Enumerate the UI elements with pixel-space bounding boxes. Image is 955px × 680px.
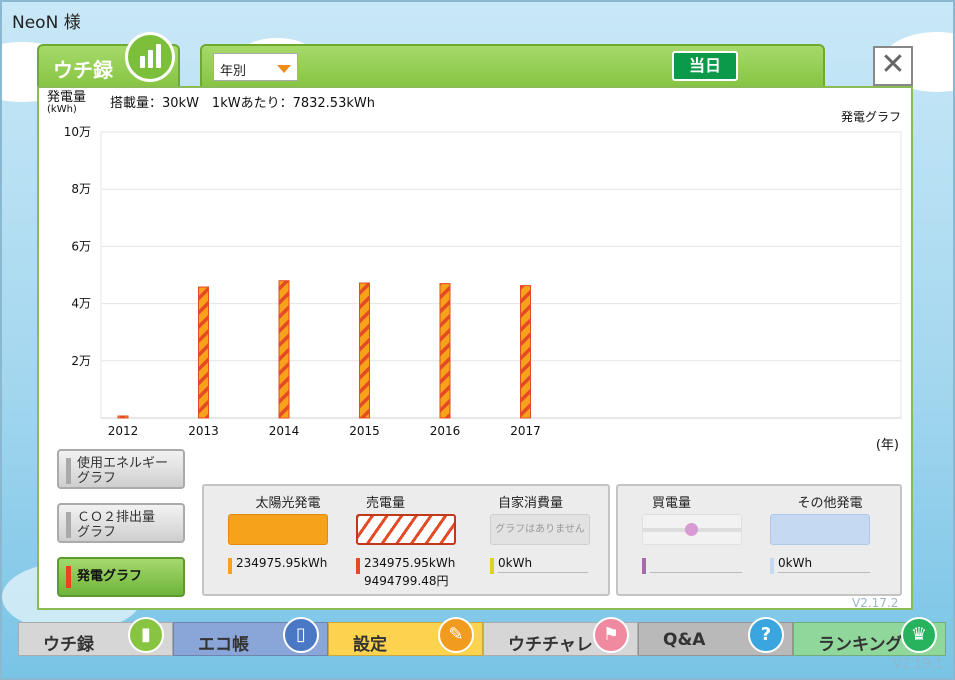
chart-xunit: (年): [875, 438, 899, 453]
legend-generation: 太陽光発電 234975.95kWh 売電量 234975.95kWh 9494…: [202, 484, 610, 596]
generation-graph-label: 発電グラフ: [77, 569, 143, 584]
solar-swatch: [228, 514, 328, 545]
legend-solar-value: 234975.95kWh: [236, 556, 328, 570]
chart-yunit: (kWh): [47, 104, 77, 115]
legend-other: 買電量 その他発電 0kWh: [616, 484, 902, 596]
y-tick-label: 4万: [71, 297, 91, 311]
y-tick-label: 10万: [64, 125, 91, 139]
legend-solar: 太陽光発電 234975.95kWh: [228, 492, 348, 574]
other-swatch: [770, 514, 870, 545]
nav-uchiroku[interactable]: ウチ録 ▮: [18, 617, 173, 656]
co2-graph-label: ＣＯ２排出量 グラフ: [77, 510, 156, 540]
nav-settings-label: 設定: [353, 635, 387, 655]
bar-2014: [278, 280, 290, 419]
period-select[interactable]: 年別: [213, 53, 298, 81]
today-button[interactable]: 当日: [672, 51, 738, 81]
graph-panel: 2万 4万 6万 8万 10万 2012 2013 2014 2015 2016 2017 発電量 …: [37, 86, 913, 610]
nav-ranking[interactable]: ランキング ♛: [793, 617, 946, 656]
capacity-info: 搭載量：30kW 1kWあたり：7832.53kWh: [110, 96, 375, 111]
bar-2013: [198, 286, 209, 419]
generation-graph-button[interactable]: 発電グラフ: [57, 557, 185, 597]
nav-uchichare[interactable]: ウチチャレ ⚑: [483, 617, 638, 656]
bottom-nav: ウチ録 ▮ エコ帳 ▯ 設定 ✎ ウチチャレ ⚑ Q&A ? ランキング ♛: [18, 617, 946, 656]
legend-sell-name: 売電量: [366, 496, 406, 511]
buy-swatch: [642, 514, 742, 545]
co2-graph-button[interactable]: ＣＯ２排出量 グラフ: [57, 503, 185, 543]
dropdown-arrow-icon: [277, 65, 291, 73]
nav-ranking-label: ランキング: [818, 635, 903, 655]
legend-self-value: 0kWh: [498, 556, 533, 570]
plot-area: [100, 131, 902, 419]
x-tick-label: 2017: [510, 424, 541, 438]
generation-chart: 2万 4万 6万 8万 10万 2012 2013 2014 2015 2016 2017: [64, 125, 902, 438]
chart-ylabel: 発電量: [47, 90, 87, 105]
period-select-value: 年別: [220, 64, 247, 79]
legend-sell-value: 234975.95kWh: [364, 556, 456, 570]
user-name: NeoN 様: [12, 13, 81, 33]
legend-sell: 売電量 234975.95kWh 9494799.48円: [356, 492, 476, 588]
energy-usage-graph-label: 使用エネルギー グラフ: [77, 456, 169, 486]
legend-buy-name: 買電量: [652, 496, 692, 511]
legend-sell-yen: 9494799.48円: [364, 574, 449, 588]
question-icon: ?: [748, 617, 784, 653]
chart-icon: ▮: [128, 617, 164, 653]
bar-2016: [439, 283, 451, 419]
legend-buy: 買電量: [642, 492, 762, 574]
notebook-icon: ▯: [283, 617, 319, 653]
legend-self: 自家消費量 グラフはありません 0kWh: [490, 492, 610, 574]
x-tick-label: 2016: [430, 424, 461, 438]
nav-uchiroku-label: ウチ録: [43, 635, 94, 655]
legend-other-value: 0kWh: [778, 556, 813, 570]
y-tick-label: 6万: [71, 239, 91, 253]
y-tick-label: 8万: [71, 182, 91, 196]
x-tick-label: 2015: [349, 424, 380, 438]
bar-2015: [359, 282, 370, 419]
tab-uchiroku[interactable]: ウチ録: [37, 32, 180, 88]
legend-other-name: その他発電: [797, 496, 863, 511]
legend-solar-name: 太陽光発電: [255, 496, 321, 511]
nav-ecocho-label: エコ帳: [198, 635, 249, 655]
nav-qa-label: Q&A: [663, 630, 706, 650]
x-tick-label: 2014: [269, 424, 300, 438]
chart-title: 発電グラフ: [840, 110, 901, 124]
nav-settings[interactable]: 設定 ✎: [328, 617, 483, 656]
bar-2012: [117, 415, 129, 419]
crown-icon: ♛: [901, 617, 937, 653]
x-tick-label: 2012: [108, 424, 139, 438]
wrench-icon: ✎: [438, 617, 474, 653]
close-button[interactable]: ✕: [873, 46, 913, 86]
slider-knob: [685, 523, 698, 536]
y-tick-label: 2万: [71, 354, 91, 368]
bar-2017: [520, 285, 531, 419]
bar-chart-icon: [125, 32, 175, 82]
nav-qa[interactable]: Q&A ?: [638, 617, 793, 656]
energy-usage-graph-button[interactable]: 使用エネルギー グラフ: [57, 449, 185, 489]
nav-ecocho[interactable]: エコ帳 ▯: [173, 617, 328, 656]
x-tick-label: 2013: [188, 424, 219, 438]
app-version: V2.19.1: [892, 657, 943, 672]
toolbar: 年別 当日: [200, 44, 825, 88]
self-empty: グラフはありません: [490, 514, 590, 545]
watermark-version: V2.17.2: [852, 596, 899, 610]
legend-other-gen: その他発電 0kWh: [770, 492, 890, 574]
flag-icon: ⚑: [593, 617, 629, 653]
sell-swatch: [356, 514, 456, 545]
nav-uchichare-label: ウチチャレ: [508, 635, 593, 655]
tab-label: ウチ録: [53, 58, 113, 82]
legend-self-name: 自家消費量: [498, 496, 564, 511]
